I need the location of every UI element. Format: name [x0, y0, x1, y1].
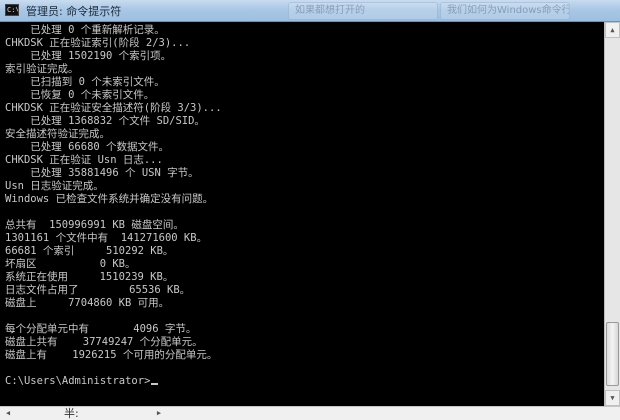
console-line: CHKDSK 正在验证安全描述符(阶段 3/3)...: [5, 102, 222, 114]
console-line: 日志文件占用了 65536 KB。: [5, 284, 191, 296]
scroll-right-arrow-icon[interactable]: ▶: [152, 407, 166, 420]
background-window-tab-2[interactable]: 我们如何为Windows命令行: [440, 2, 570, 20]
console-line: 坏扇区 0 KB。: [5, 258, 136, 270]
scrollbar-thumb[interactable]: [606, 322, 619, 386]
scroll-left-arrow-icon[interactable]: ◀: [1, 407, 15, 420]
window-title: 管理员: 命令提示符: [26, 5, 122, 18]
scroll-up-arrow-icon[interactable]: ▲: [605, 22, 620, 38]
console-line: CHKDSK 正在验证 Usn 日志...: [5, 154, 163, 166]
console-line: 磁盘上 7704860 KB 可用。: [5, 297, 170, 309]
console-line: Windows 已检查文件系统并确定没有问题。: [5, 193, 214, 205]
console-line: 已扫描到 0 个未索引文件。: [5, 76, 165, 88]
background-window-tab-1[interactable]: 如果都想打开的: [288, 2, 438, 20]
console-line: 系统正在使用 1510239 KB。: [5, 271, 174, 283]
command-prompt-line[interactable]: C:\Users\Administrator>: [5, 375, 159, 387]
scroll-down-arrow-icon[interactable]: ▼: [605, 390, 620, 406]
console-line: 已处理 1502190 个索引项。: [5, 50, 172, 62]
console-line: 66681 个索引 510292 KB。: [5, 245, 174, 257]
console-line: 已恢复 0 个未索引文件。: [5, 89, 155, 101]
console-line: 磁盘上共有 37749247 个分配单元。: [5, 336, 203, 348]
console-line: Usn 日志验证完成。: [5, 180, 104, 192]
text-cursor: [151, 383, 159, 385]
horizontal-scrollbar[interactable]: ◀ 半: ▶: [0, 406, 620, 420]
console-line: 索引验证完成。: [5, 63, 79, 75]
title-bar[interactable]: C:\ 管理员: 命令提示符 如果都想打开的 我们如何为Windows命令行: [0, 0, 620, 22]
console-line: 总共有 150996991 KB 磁盘空间。: [5, 219, 184, 231]
prompt-text: C:\Users\Administrator>: [5, 375, 151, 387]
console-line: 已处理 0 个重新解析记录。: [5, 24, 165, 36]
console-line: 已处理 35881496 个 USN 字节。: [5, 167, 199, 179]
console-line: 磁盘上有 1926215 个可用的分配单元。: [5, 349, 218, 361]
console-line: 每个分配单元中有 4096 字节。: [5, 323, 197, 335]
console-line: 已处理 66680 个数据文件。: [5, 141, 170, 153]
console-line: 已处理 1368832 个文件 SD/SID。: [5, 115, 205, 127]
command-prompt-window: C:\ 管理员: 命令提示符 如果都想打开的 我们如何为Windows命令行 已…: [0, 0, 620, 420]
ime-status-text: 半:: [64, 407, 79, 420]
cmd-app-icon[interactable]: C:\: [5, 4, 19, 16]
console-line: 1301161 个文件中有 141271600 KB。: [5, 232, 208, 244]
console-line: 安全描述符验证完成。: [5, 128, 110, 140]
console-output[interactable]: 已处理 0 个重新解析记录。 CHKDSK 正在验证索引(阶段 2/3)... …: [0, 22, 604, 406]
vertical-scrollbar[interactable]: ▲ ▼: [604, 22, 620, 406]
console-line: CHKDSK 正在验证索引(阶段 2/3)...: [5, 37, 191, 49]
